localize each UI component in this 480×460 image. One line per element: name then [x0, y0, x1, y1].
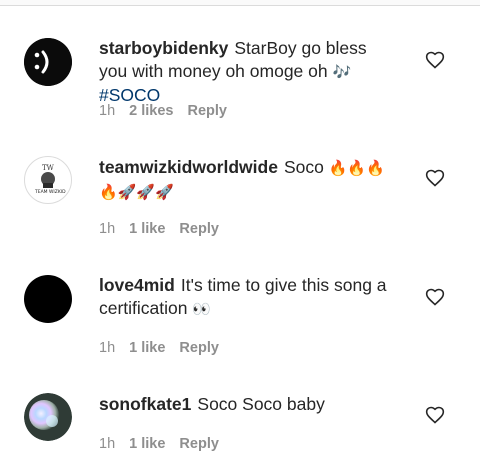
like-heart-icon[interactable]: [425, 168, 445, 188]
comment-username[interactable]: teamwizkidworldwide: [99, 157, 278, 177]
reply-button[interactable]: Reply: [179, 436, 219, 452]
reply-button[interactable]: Reply: [179, 340, 219, 356]
avatar[interactable]: [24, 393, 72, 441]
comment-username[interactable]: starboybidenky: [99, 38, 228, 58]
avatar[interactable]: [24, 275, 72, 323]
likes-count[interactable]: 2 likes: [129, 103, 173, 119]
avatar-logo-icon: [24, 38, 72, 86]
comment-text: teamwizkidworldwide Soco 🔥🔥🔥🔥🚀🚀🚀: [99, 156, 399, 204]
comment-body: Soco: [283, 157, 324, 177]
comment-time: 1h: [99, 340, 116, 356]
like-heart-icon[interactable]: [425, 287, 445, 307]
like-heart-icon[interactable]: [425, 50, 445, 70]
music-notes-emoji: 🎶: [332, 63, 352, 81]
comment-username[interactable]: love4mid: [99, 275, 175, 295]
holographic-avatar-icon: [24, 393, 72, 441]
likes-count[interactable]: 1 like: [129, 436, 165, 452]
comment-text: sonofkate1 Soco Soco baby: [99, 393, 399, 416]
comment-meta: 1h 1 like Reply: [99, 340, 233, 356]
comment-username[interactable]: sonofkate1: [99, 394, 191, 414]
like-heart-icon[interactable]: [425, 405, 445, 425]
comment-time: 1h: [99, 221, 116, 237]
comment-meta: 1h 2 likes Reply: [99, 103, 241, 119]
avatar[interactable]: [24, 38, 72, 86]
svg-text:TW: TW: [42, 164, 55, 172]
top-divider: [0, 0, 480, 6]
eyes-emoji: 👀: [192, 300, 212, 318]
svg-text:TEAM WIZKID: TEAM WIZKID: [34, 189, 66, 195]
avatar[interactable]: TW TEAM WIZKID: [24, 156, 72, 204]
team-wizkid-logo-icon: TW TEAM WIZKID: [26, 158, 70, 202]
comment-body: Soco Soco baby: [197, 394, 325, 414]
comment-text: starboybidenky StarBoy go bless you with …: [99, 37, 399, 107]
comment-meta: 1h 1 like Reply: [99, 221, 233, 237]
likes-count[interactable]: 1 like: [129, 340, 165, 356]
likes-count[interactable]: 1 like: [129, 221, 165, 237]
comment-text: love4mid It's time to give this song a ce…: [99, 274, 399, 321]
comment-time: 1h: [99, 103, 116, 119]
reply-button[interactable]: Reply: [179, 221, 219, 237]
reply-button[interactable]: Reply: [187, 103, 227, 119]
comment-time: 1h: [99, 436, 116, 452]
comment-meta: 1h 1 like Reply: [99, 436, 233, 452]
hashtag-link[interactable]: #SOCO: [99, 85, 160, 105]
